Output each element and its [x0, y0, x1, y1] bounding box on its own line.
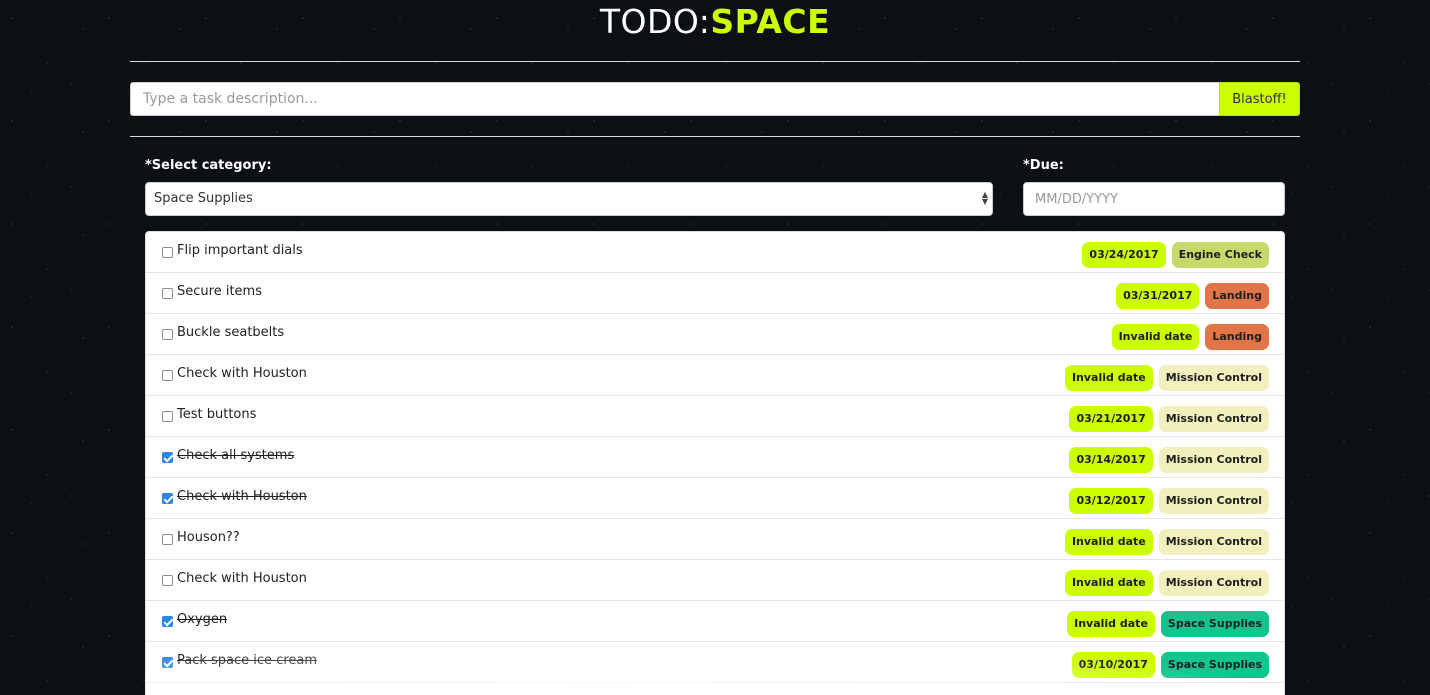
category-badge: Mission Control [1158, 406, 1269, 432]
task-checkbox[interactable] [162, 452, 173, 463]
task-checkbox[interactable] [162, 616, 173, 627]
task-tags: Invalid date Mission Control [1064, 529, 1269, 555]
task-checkbox[interactable] [162, 329, 173, 340]
category-select[interactable]: Space Supplies ▲ ▼ [145, 182, 993, 216]
due-date-badge: Invalid date [1064, 570, 1153, 596]
task-checkbox[interactable] [162, 370, 173, 381]
task-tags: Invalid date Mission Control [1064, 365, 1269, 391]
blastoff-button[interactable]: Blastoff! [1219, 82, 1300, 116]
task-text: Test buttons [177, 407, 257, 422]
category-badge: Landing [1205, 283, 1269, 309]
task-text: Pack space ice cream [177, 653, 318, 668]
app-title-prefix: TODO: [599, 2, 711, 41]
task-tags: 03/31/2017 Landing [1116, 283, 1269, 309]
category-select-value: Space Supplies [154, 191, 253, 206]
task-checkbox[interactable] [162, 247, 173, 258]
due-date-badge: Invalid date [1067, 611, 1155, 637]
task-checkbox[interactable] [162, 493, 173, 504]
task-row: Oxygen Invalid date Space Supplies [146, 601, 1284, 642]
task-description-input[interactable] [130, 82, 1220, 116]
task-text: Secure items [177, 284, 262, 299]
task-row: Check with Houston Invalid date Mission Co… [146, 560, 1284, 601]
task-tags: 03/24/2017 Engine Check [1082, 242, 1269, 268]
due-date-badge: 03/12/2017 [1069, 488, 1153, 514]
category-badge: Mission Control [1158, 447, 1269, 473]
due-date-input[interactable] [1023, 182, 1285, 216]
category-label: *Select category: [145, 158, 272, 173]
category-badge: Mission Control [1158, 488, 1269, 514]
due-date-badge: Invalid date [1064, 529, 1153, 555]
app-title-accent: SPACE [710, 2, 831, 41]
category-badge: Mission Control [1158, 529, 1269, 555]
task-tags: 03/12/2017 Mission Control [1069, 488, 1269, 514]
due-date-badge: 03/10/2017 [1071, 652, 1155, 678]
task-tags: Invalid date Mission Control [1064, 570, 1269, 596]
task-row: Check all systems 03/14/2017 Mission Contr… [146, 437, 1284, 478]
task-checkbox[interactable] [162, 534, 173, 545]
task-tags: 03/14/2017 Mission Control [1069, 447, 1269, 473]
due-date-badge: Invalid date [1064, 365, 1153, 391]
due-label: *Due: [1023, 158, 1064, 173]
due-date-badge: Invalid date [1111, 324, 1200, 350]
task-row: Houson?? Invalid date Mission Control [146, 519, 1284, 560]
task-text: Houson?? [177, 530, 240, 545]
task-tags: Invalid date Landing [1111, 324, 1269, 350]
task-row: Check with Houston Invalid date Mission Co… [146, 355, 1284, 396]
task-row: Check with Houston 03/12/2017 Mission Cont… [146, 478, 1284, 519]
category-badge: Space Supplies [1160, 611, 1269, 637]
task-list: Flip important dials 03/24/2017 Engine Che… [145, 231, 1285, 695]
task-text: Oxygen [177, 612, 228, 627]
task-row: Buckle seatbelts Invalid date Landing [146, 314, 1284, 355]
task-checkbox[interactable] [162, 411, 173, 422]
category-badge: Engine Check [1171, 242, 1269, 268]
task-text: Check with Houston [177, 489, 307, 504]
task-row: Test buttons 03/21/2017 Mission Control [146, 396, 1284, 437]
task-checkbox[interactable] [162, 288, 173, 299]
task-text: Check with Houston [177, 366, 307, 381]
task-row: Pack space ice cream 03/10/2017 Space Supp… [146, 642, 1284, 683]
task-tags: Invalid date Space Supplies [1067, 611, 1269, 637]
task-text: Check all systems [177, 448, 295, 463]
category-badge: Space Supplies [1160, 652, 1269, 678]
due-date-badge: 03/24/2017 [1082, 242, 1166, 268]
category-badge: Mission Control [1158, 570, 1269, 596]
task-row: Flip important dials 03/24/2017 Engine Che… [146, 232, 1284, 273]
select-arrows-icon: ▲ ▼ [981, 190, 988, 206]
task-tags: 03/21/2017 Mission Control [1069, 406, 1269, 432]
task-checkbox[interactable] [162, 575, 173, 586]
task-text: Buckle seatbelts [177, 325, 285, 340]
task-row: Secure items 03/31/2017 Landing [146, 273, 1284, 314]
category-badge: Mission Control [1158, 365, 1269, 391]
app-title: TODO:SPACE [0, 4, 1430, 44]
due-date-badge: 03/31/2017 [1116, 283, 1200, 309]
divider-bottom [130, 136, 1300, 137]
due-date-badge: 03/14/2017 [1069, 447, 1153, 473]
task-text: Check with Houston [177, 571, 307, 586]
category-badge: Landing [1205, 324, 1269, 350]
divider-top [130, 61, 1300, 62]
task-checkbox[interactable] [162, 657, 173, 668]
due-date-badge: 03/21/2017 [1069, 406, 1153, 432]
task-tags: 03/10/2017 Space Supplies [1071, 652, 1269, 678]
task-text: Flip important dials [177, 243, 303, 258]
